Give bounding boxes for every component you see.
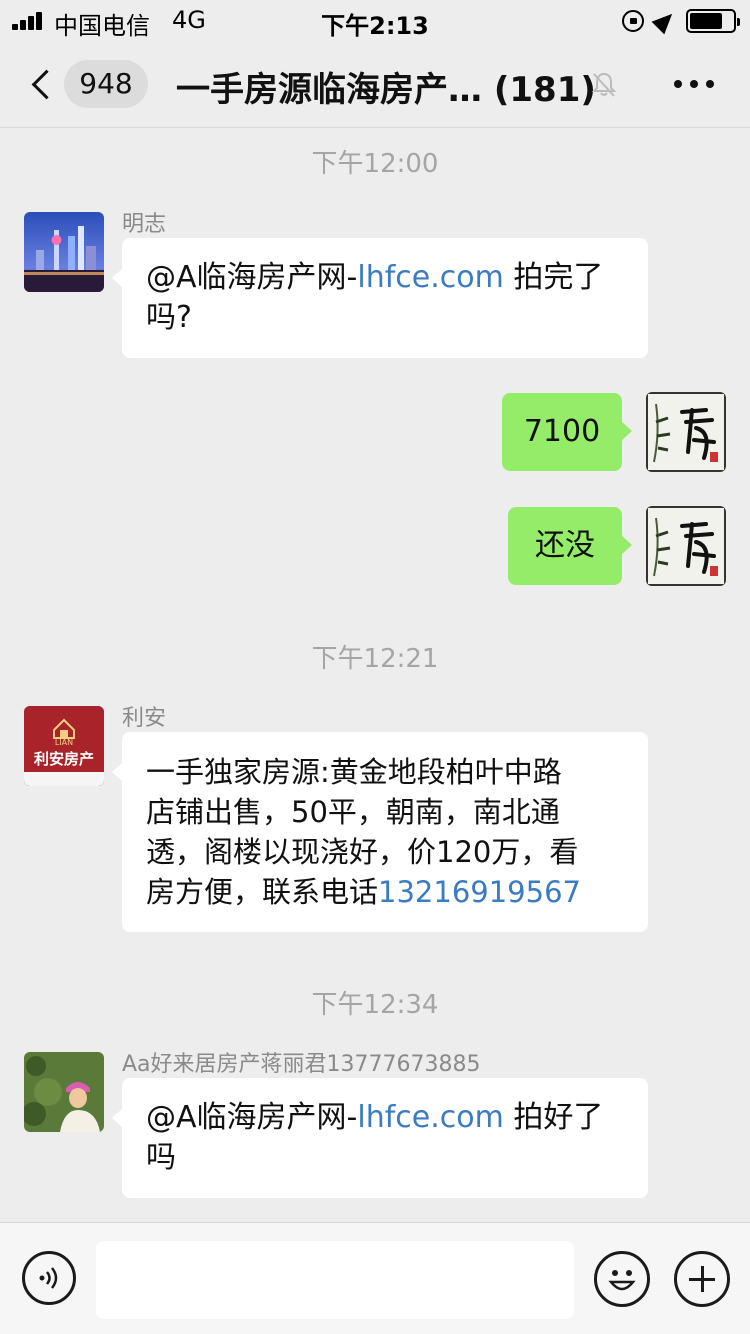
nav-bar: 948 一手房源临海房产… (181) bbox=[0, 40, 750, 128]
sender-name: 明志 bbox=[122, 212, 167, 237]
timestamp: 下午12:00 bbox=[311, 149, 439, 179]
timestamp: 下午12:21 bbox=[311, 644, 439, 674]
message-text: 吗? bbox=[146, 300, 192, 335]
message-text: 吗 bbox=[146, 1140, 176, 1175]
city-skyline-image bbox=[24, 212, 104, 292]
voice-button[interactable] bbox=[22, 1251, 76, 1305]
message-text: 7100 bbox=[523, 414, 601, 449]
calligraphy-avatar-image bbox=[646, 392, 726, 472]
voice-icon bbox=[39, 1267, 58, 1289]
timestamp: 下午12:34 bbox=[311, 990, 439, 1020]
input-bar bbox=[0, 1222, 750, 1334]
emoji-button[interactable] bbox=[594, 1251, 650, 1307]
avatar[interactable]: LIAN 利安房产 bbox=[24, 706, 104, 786]
message-line: 透，阁楼以现浇好，价120万，看 bbox=[146, 835, 579, 869]
message-bubble[interactable]: 一手独家房源:黄金地段柏叶中路 店铺出售，50平，朝南，南北通 透，阁楼以现浇好… bbox=[112, 732, 648, 932]
self-avatar[interactable] bbox=[646, 506, 726, 586]
back-icon[interactable] bbox=[30, 66, 58, 102]
message-line: 店铺出售，50平，朝南，南北通 bbox=[146, 795, 560, 829]
avatar[interactable] bbox=[24, 1052, 104, 1132]
battery-icon bbox=[686, 9, 740, 33]
unread-count-badge[interactable]: 948 bbox=[64, 60, 148, 108]
message-text: 拍完了 bbox=[503, 260, 604, 295]
message-bubble-self[interactable]: 还没 bbox=[508, 507, 632, 585]
calligraphy-avatar-image bbox=[646, 506, 726, 586]
message-line: 房方便，联系电话 bbox=[146, 875, 379, 909]
sender-name: Aa好来居房产蒋丽君13777673885 bbox=[122, 1052, 481, 1077]
more-icon[interactable] bbox=[674, 80, 714, 90]
message-bubble[interactable]: @A临海房产网-lhfce.com 拍好了 吗 bbox=[112, 1078, 648, 1198]
message-line: 一手独家房源:黄金地段柏叶中路 bbox=[146, 755, 562, 789]
mention-text: @A临海房产网- bbox=[146, 1100, 358, 1135]
chat-title: 一手房源临海房产… (181) bbox=[176, 70, 596, 110]
plus-button[interactable] bbox=[674, 1251, 730, 1307]
rotation-lock-icon bbox=[622, 10, 644, 32]
message-text: 拍好了 bbox=[503, 1100, 604, 1135]
location-icon bbox=[651, 7, 679, 35]
avatar-label: 利安房产 bbox=[33, 750, 94, 768]
avatar-sub-label: LIAN bbox=[54, 738, 74, 747]
status-bar: 中国电信 4G 下午2:13 bbox=[0, 0, 750, 40]
message-link[interactable]: lhfce.com bbox=[357, 260, 503, 295]
message-bubble[interactable]: @A临海房产网-lhfce.com 拍完了 吗? bbox=[112, 238, 648, 358]
message-text: 还没 bbox=[535, 528, 595, 563]
self-avatar[interactable] bbox=[646, 392, 726, 472]
message-bubble-self[interactable]: 7100 bbox=[502, 393, 632, 471]
mute-icon bbox=[591, 72, 617, 97]
person-photo-image bbox=[24, 1052, 104, 1132]
status-icons bbox=[622, 7, 740, 35]
phone-link[interactable]: 13216919567 bbox=[378, 875, 581, 909]
emoji-icon bbox=[608, 1270, 636, 1291]
mention-text: @A临海房产网- bbox=[146, 260, 358, 295]
avatar[interactable] bbox=[24, 212, 104, 292]
message-input[interactable] bbox=[96, 1241, 574, 1319]
message-link[interactable]: lhfce.com bbox=[357, 1100, 503, 1135]
sender-name: 利安 bbox=[122, 706, 167, 731]
